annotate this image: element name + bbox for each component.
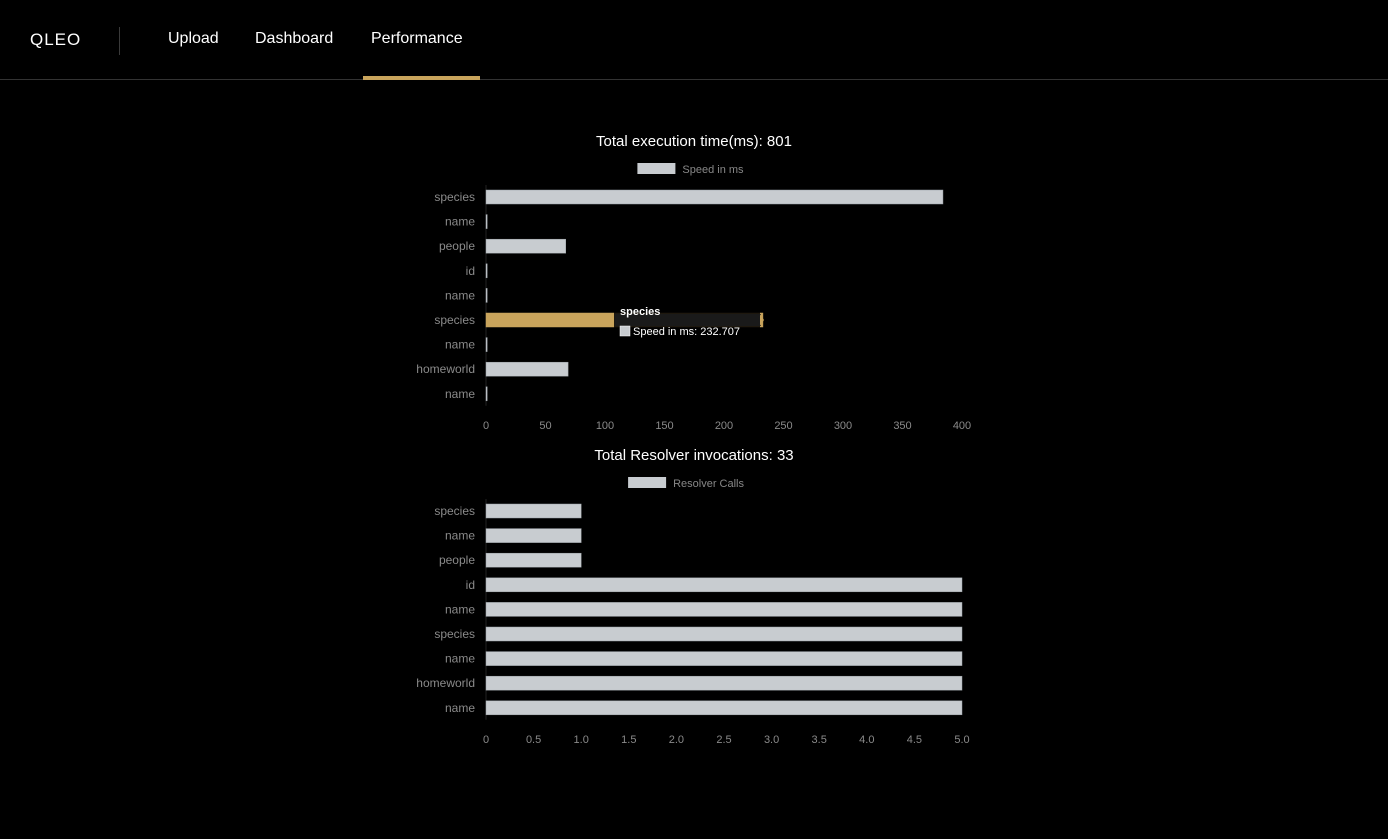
x-tick-label: 250 — [774, 420, 792, 432]
category-label: name — [445, 602, 475, 616]
category-label: name — [445, 529, 475, 543]
bar — [485, 552, 582, 568]
x-tick-label: 5.0 — [954, 734, 969, 746]
category-label: people — [439, 239, 475, 253]
bar — [485, 577, 963, 593]
category-label: name — [445, 701, 475, 715]
chart-title: Total execution time(ms): 801 — [596, 133, 792, 150]
category-label: species — [434, 313, 475, 327]
x-tick-label: 0 — [483, 734, 489, 746]
x-tick-label: 4.0 — [859, 734, 874, 746]
x-tick-label: 350 — [893, 420, 911, 432]
bar — [485, 214, 488, 229]
tooltip-title: species — [620, 306, 660, 318]
category-label: species — [434, 627, 475, 641]
bar — [485, 337, 488, 352]
category-label: people — [439, 553, 475, 567]
category-label: homeworld — [416, 362, 475, 376]
legend-label: Speed in ms — [682, 164, 744, 176]
legend-swatch — [628, 477, 667, 488]
x-tick-label: 3.5 — [812, 734, 827, 746]
x-tick-label: 1.0 — [574, 734, 589, 746]
legend-label: Resolver Calls — [673, 478, 744, 490]
bar — [485, 288, 488, 303]
bar — [485, 503, 582, 519]
bar — [485, 189, 944, 205]
charts-canvas: Total execution time(ms): 801 Speed in ms… — [416, 133, 971, 746]
category-label: species — [434, 190, 475, 204]
tooltip-label: Speed in ms: 232.707 — [633, 326, 740, 338]
category-label: id — [466, 578, 475, 592]
x-tick-label: 150 — [655, 420, 673, 432]
category-label: name — [445, 215, 475, 229]
x-tick-label: 2.0 — [669, 734, 684, 746]
bar — [485, 626, 963, 642]
bar — [485, 528, 582, 543]
category-label: homeworld — [416, 676, 475, 690]
category-label: name — [445, 387, 475, 401]
x-tick-label: 0 — [483, 420, 489, 432]
category-label: id — [466, 264, 475, 278]
bar — [485, 386, 488, 402]
category-label: species — [434, 504, 475, 518]
bar — [485, 675, 963, 691]
bar — [485, 602, 963, 617]
category-label: name — [445, 288, 475, 302]
bar — [485, 263, 488, 279]
chart-title: Total Resolver invocations: 33 — [594, 447, 793, 464]
bar — [485, 700, 963, 716]
bar — [485, 238, 566, 254]
category-label: name — [445, 338, 475, 352]
bar — [485, 651, 963, 666]
x-tick-label: 0.5 — [526, 734, 541, 746]
x-tick-label: 1.5 — [621, 734, 636, 746]
x-tick-label: 3.0 — [764, 734, 779, 746]
x-tick-label: 200 — [715, 420, 733, 432]
bar — [485, 361, 569, 377]
x-tick-label: 400 — [953, 420, 971, 432]
legend-swatch — [637, 163, 676, 174]
x-tick-label: 100 — [596, 420, 614, 432]
x-tick-label: 50 — [539, 420, 551, 432]
x-tick-label: 300 — [834, 420, 852, 432]
x-tick-label: 4.5 — [907, 734, 922, 746]
category-label: name — [445, 652, 475, 666]
tooltip-swatch — [619, 325, 631, 337]
x-tick-label: 2.5 — [716, 734, 731, 746]
